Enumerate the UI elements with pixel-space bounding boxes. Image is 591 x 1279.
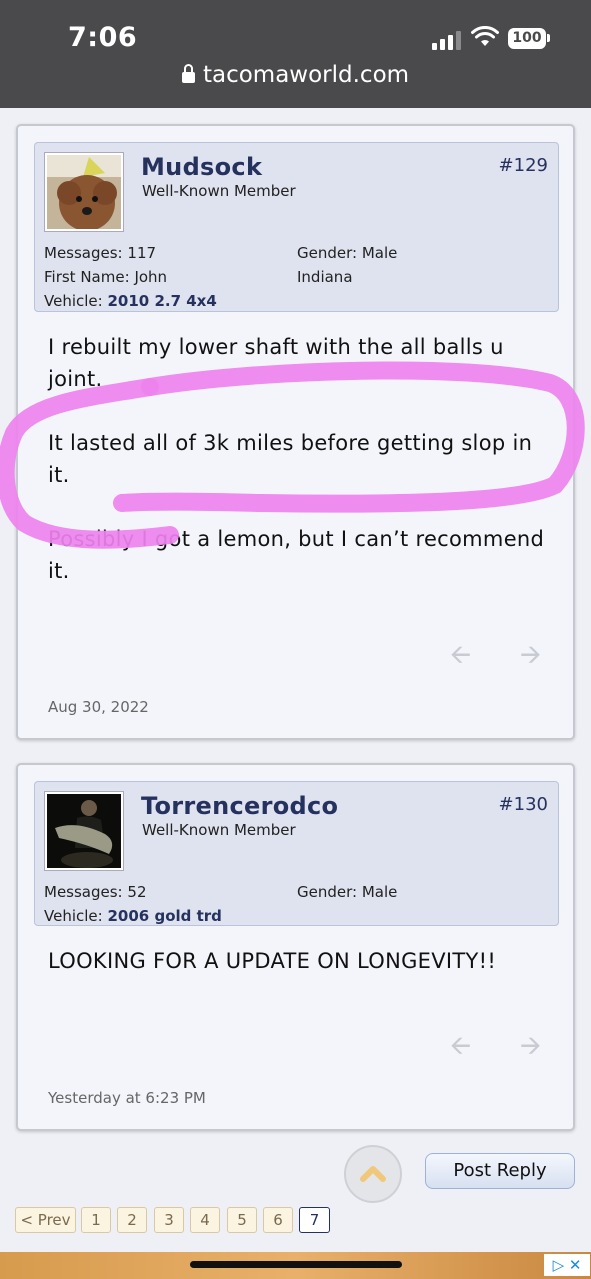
prev-post-arrow-icon[interactable]: 🡨 xyxy=(450,636,471,680)
gender-value: Male xyxy=(361,883,398,901)
user-title: Well-Known Member xyxy=(142,821,296,839)
page-link-3[interactable]: 3 xyxy=(154,1207,184,1233)
post-130: Torrencerodco Well-Known Member #130 Mes… xyxy=(16,763,575,1131)
post-reply-button[interactable]: Post Reply xyxy=(425,1153,575,1189)
messages-stat: Messages: 117 xyxy=(44,244,156,262)
vehicle-label: Vehicle: xyxy=(44,292,103,310)
vehicle-stat: Vehicle: 2010 2.7 4x4 xyxy=(44,292,217,310)
messages-label: Messages: xyxy=(44,883,123,901)
post-body: LOOKING FOR A UPDATE ON LONGEVITY!! xyxy=(48,945,548,1009)
messages-value: 52 xyxy=(127,883,147,901)
post-129: Mudsock Well-Known Member #129 Messages:… xyxy=(16,124,575,740)
next-post-arrow-icon[interactable]: 🡪 xyxy=(520,1027,541,1071)
page-link-4[interactable]: 4 xyxy=(190,1207,220,1233)
url-text: tacomaworld.com xyxy=(202,62,410,88)
post-number[interactable]: #129 xyxy=(499,155,548,176)
wifi-icon xyxy=(471,26,499,46)
cellular-signal-icon xyxy=(432,30,462,50)
vehicle-label: Vehicle: xyxy=(44,907,103,925)
status-bar: 7:06 100 tacomaworld.com xyxy=(0,0,591,108)
avatar[interactable] xyxy=(45,792,123,870)
page-link-1[interactable]: 1 xyxy=(81,1207,111,1233)
post-paragraph: I rebuilt my lower shaft with the all ba… xyxy=(48,335,504,391)
first-name-value: John xyxy=(134,268,168,286)
lock-icon xyxy=(181,64,195,83)
home-indicator[interactable] xyxy=(190,1261,402,1268)
post-date[interactable]: Yesterday at 6:23 PM xyxy=(48,1089,206,1107)
post-date[interactable]: Aug 30, 2022 xyxy=(48,698,149,716)
page-link-current[interactable]: 7 xyxy=(299,1207,330,1233)
page-link-2[interactable]: 2 xyxy=(117,1207,147,1233)
gender-stat: Gender: Male xyxy=(297,883,397,901)
post-body: I rebuilt my lower shaft with the all ba… xyxy=(48,331,548,619)
vehicle-stat: Vehicle: 2006 gold trd xyxy=(44,907,222,925)
messages-value: 117 xyxy=(127,244,157,262)
gender-label: Gender: xyxy=(297,244,358,262)
user-card: Torrencerodco Well-Known Member #130 Mes… xyxy=(34,781,559,926)
gender-stat: Gender: Male xyxy=(297,244,397,262)
username[interactable]: Mudsock xyxy=(141,153,262,181)
chevron-up-icon xyxy=(360,1166,386,1182)
next-post-arrow-icon[interactable]: 🡪 xyxy=(520,636,541,680)
messages-stat: Messages: 52 xyxy=(44,883,147,901)
battery-tip xyxy=(547,34,550,42)
page-link-5[interactable]: 5 xyxy=(227,1207,257,1233)
vehicle-value: 2010 2.7 4x4 xyxy=(107,292,217,310)
vehicle-value: 2006 gold trd xyxy=(107,907,222,925)
avatar[interactable] xyxy=(45,153,123,231)
prev-post-arrow-icon[interactable]: 🡨 xyxy=(450,1027,471,1071)
first-name-label: First Name: xyxy=(44,268,130,286)
post-paragraph: LOOKING FOR A UPDATE ON LONGEVITY!! xyxy=(48,949,497,973)
post-paragraph: It lasted all of 3k miles before getting… xyxy=(48,431,533,487)
address-bar[interactable]: tacomaworld.com xyxy=(0,62,591,88)
user-card: Mudsock Well-Known Member #129 Messages:… xyxy=(34,142,559,312)
post-number[interactable]: #130 xyxy=(499,794,548,815)
ad-choices-icon[interactable]: ▷ ✕ xyxy=(544,1254,590,1276)
battery-icon: 100 xyxy=(508,28,546,49)
user-title: Well-Known Member xyxy=(142,182,296,200)
prev-page-button[interactable]: < Prev xyxy=(15,1207,76,1233)
gender-value: Male xyxy=(361,244,398,262)
page-link-6[interactable]: 6 xyxy=(263,1207,293,1233)
location-stat: Indiana xyxy=(297,268,353,286)
messages-label: Messages: xyxy=(44,244,123,262)
username[interactable]: Torrencerodco xyxy=(141,792,338,820)
battery-level: 100 xyxy=(512,30,542,46)
post-paragraph: Possibly I got a lemon, but I can’t reco… xyxy=(48,527,545,583)
scroll-to-top-button[interactable] xyxy=(344,1145,402,1203)
first-name-stat: First Name: John xyxy=(44,268,167,286)
clock: 7:06 xyxy=(68,22,138,53)
gender-label: Gender: xyxy=(297,883,358,901)
